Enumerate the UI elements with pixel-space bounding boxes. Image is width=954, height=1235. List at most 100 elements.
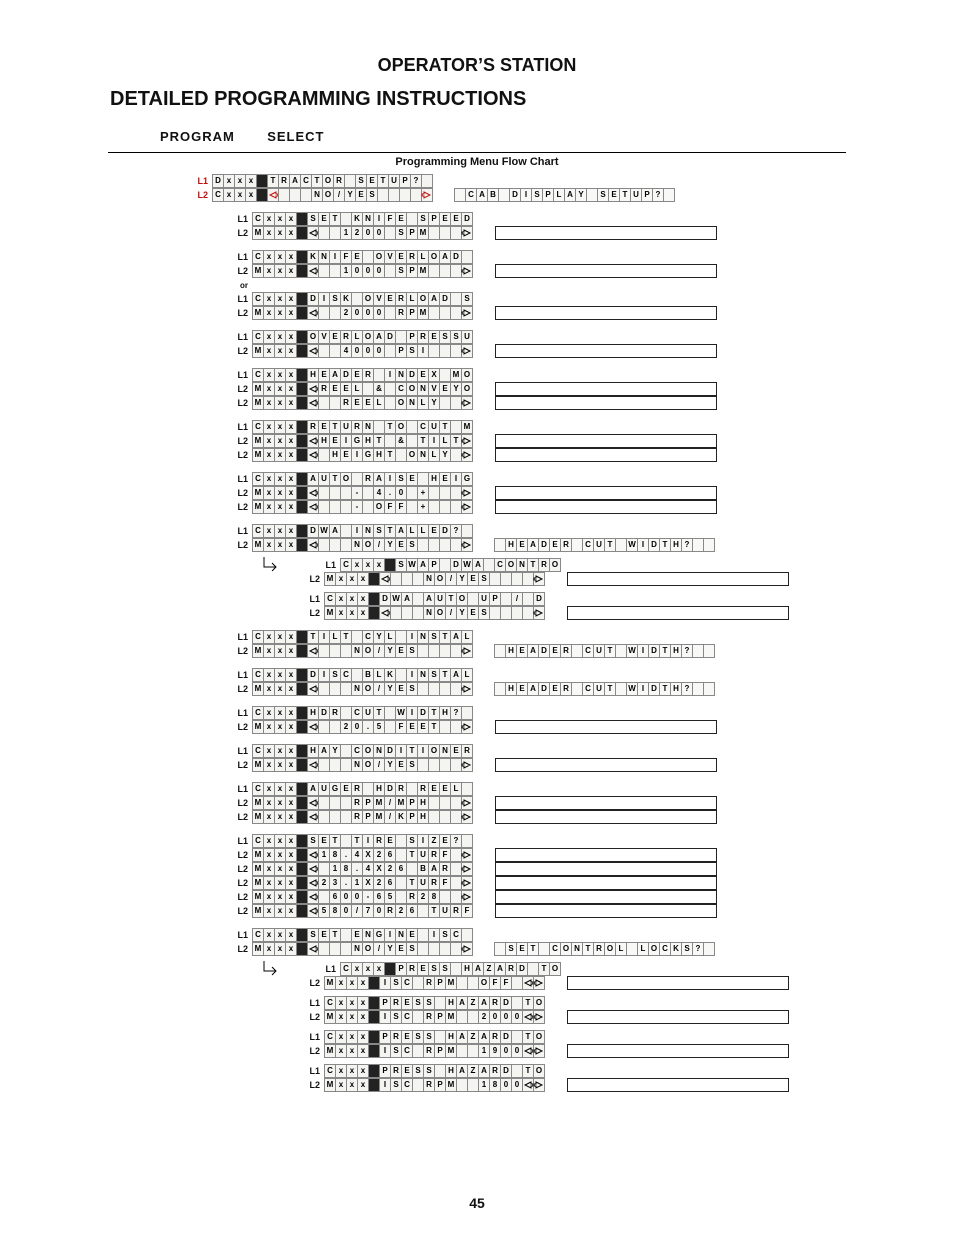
- lcd-line: Mxxx HEIGHT ONLY: [253, 448, 473, 462]
- side-box: HEADER CUT WIDTH?: [495, 538, 715, 552]
- lcd-line: MxxxREEL & CONVEYO: [253, 382, 473, 396]
- row-label: L2: [190, 892, 253, 902]
- flow-row: L2 Mxxx HEIGHT ONLY: [190, 448, 954, 462]
- row-label: L2: [190, 722, 253, 732]
- flow-row: L2 Mxxx 4000 PSI: [190, 344, 954, 358]
- flow-row: L1 CxxxDWA INSTALLED?: [190, 524, 954, 538]
- side-box: HEADER CUT WIDTH?: [495, 682, 715, 696]
- blank-box: [495, 344, 717, 358]
- flow-row: L2 Mxxx NO/YES HEADER CUT WIDTH?: [190, 682, 954, 696]
- row-label: L2: [190, 878, 253, 888]
- lcd-line: MxxxISC RPM 1800: [325, 1078, 545, 1092]
- row-label: L2: [190, 228, 253, 238]
- side-box: SET CONTROL LOCKS?: [495, 942, 715, 956]
- blank-box: [495, 848, 717, 862]
- row-label: L1: [262, 1032, 325, 1042]
- lcd-line: CxxxSET ENGINE ISC: [253, 928, 473, 942]
- side-box: CAB DISPLAY SETUP?: [455, 188, 675, 202]
- row-label: L2: [190, 398, 253, 408]
- subtitle-left: PROGRAM: [160, 129, 235, 144]
- flow-row: L1 CxxxPRESS HAZARD TO: [262, 1030, 954, 1044]
- lcd-line: Mxxx NO/YES: [253, 758, 473, 772]
- row-label: L1: [278, 560, 341, 570]
- flow-row: L2 MxxxISC RPM 1800: [262, 1078, 954, 1092]
- row-label: L2: [190, 488, 253, 498]
- lcd-line: CxxxDISK OVERLOAD S: [253, 292, 473, 306]
- flow-row: L2 Mxxx RPM/MPH: [190, 796, 954, 810]
- flow-row: L2 Mxxx 20.5 FEET: [190, 720, 954, 734]
- lcd-line: CxxxKNIFE OVERLOAD: [253, 250, 473, 264]
- blank-box: [495, 810, 717, 824]
- row-label: L2: [190, 384, 253, 394]
- flow-row: L2 MxxxISC RPM 1900: [262, 1044, 954, 1058]
- lcd-line: CxxxHDR CUT WIDTH?: [253, 706, 473, 720]
- flow-row: L1 CxxxRETURN TO CUT M: [190, 420, 954, 434]
- flow-row: L2 Mxxx18.4X26 TURF: [190, 848, 954, 862]
- lcd-line: Mxxx580/70R26 TURF: [253, 904, 473, 918]
- blank-box: [567, 606, 789, 620]
- divider: [108, 152, 846, 153]
- lcd-line: CxxxPRESS HAZARD TO: [325, 1064, 545, 1078]
- row-label: L2: [262, 978, 325, 988]
- main-title: DETAILED PROGRAMMING INSTRUCTIONS: [110, 88, 954, 111]
- lcd-line: Mxxx 1000 SPM: [253, 264, 473, 278]
- blank-box: [495, 876, 717, 890]
- lcd-line: Mxxx 2000 RPM: [253, 306, 473, 320]
- lcd-line: Mxxx23.1X26 TURF: [253, 876, 473, 890]
- row-label: L2: [190, 646, 253, 656]
- blank-box: [567, 1010, 789, 1024]
- blank-box: [495, 382, 717, 396]
- lcd-line: MxxxISC RPM 1900: [325, 1044, 545, 1058]
- row-label: L1: [190, 526, 253, 536]
- lcd-line: CxxxSET KNIFE SPEED: [253, 212, 473, 226]
- flow-row: L2 Mxxx NO/YES: [190, 758, 954, 772]
- flow-row: L1 CxxxHAY CONDITIONER: [190, 744, 954, 758]
- row-label: L2: [150, 190, 213, 200]
- lcd-line: Mxxx 18.4X26 BAR: [253, 862, 473, 876]
- lcd-line: CxxxDISC BLK INSTAL: [253, 668, 473, 682]
- flow-row: L1 CxxxPRESS HAZARD TO: [262, 996, 954, 1010]
- row-label: L1: [190, 784, 253, 794]
- row-label: L2: [190, 812, 253, 822]
- flow-row: L1 CxxxAUTO RAISE HEIG: [190, 472, 954, 486]
- flow-row: L1 CxxxSWAP DWA CONTRO: [262, 558, 954, 572]
- row-label: L2: [262, 608, 325, 618]
- row-label: L1: [150, 176, 213, 186]
- row-label: L2: [190, 906, 253, 916]
- lcd-line: Mxxx 1200 SPM: [253, 226, 473, 240]
- row-label: L1: [190, 670, 253, 680]
- subtitle-right: SELECT: [267, 129, 324, 144]
- row-label: L2: [190, 436, 253, 446]
- row-label: L1: [190, 930, 253, 940]
- row-label: or: [190, 281, 253, 290]
- lcd-line: Mxxx NO/YES: [253, 682, 473, 696]
- section-title: OPERATOR’S STATION: [0, 55, 954, 76]
- row-label: L1: [190, 746, 253, 756]
- flow-row: L2 MxxxHEIGHT & TILT: [190, 434, 954, 448]
- flow-row: L1 CxxxDISK OVERLOAD S: [190, 292, 954, 306]
- flow-row: L2 Mxxx NO/YES SET CONTROL LOCKS?: [190, 942, 954, 956]
- flow-row: L2 Mxxx 18.4X26 BAR: [190, 862, 954, 876]
- flow-chart: L1 DxxxTRACTOR SETUP? L2 Cxxx NO/YES CAB…: [150, 174, 954, 1102]
- flow-row: L1 CxxxPRESS HAZARD TO: [262, 1064, 954, 1078]
- blank-box: [495, 306, 717, 320]
- row-label: L1: [190, 422, 253, 432]
- flow-row: L1 CxxxSET KNIFE SPEED: [190, 212, 954, 226]
- row-label: L2: [262, 1046, 325, 1056]
- lcd-line: CxxxDWA INSTALLED?: [253, 524, 473, 538]
- blank-box: [495, 434, 717, 448]
- subtitle: PROGRAM SELECT: [160, 129, 954, 144]
- flow-row: L2 MxxxREEL & CONVEYO: [190, 382, 954, 396]
- flow-row: L2 Mxxx580/70R26 TURF: [190, 904, 954, 918]
- row-label: L1: [190, 294, 253, 304]
- flow-row: L1 CxxxSET ENGINE ISC: [190, 928, 954, 942]
- blank-box: [495, 500, 717, 514]
- row-label: L2: [190, 760, 253, 770]
- flow-row: L2 Mxxx 600-65 R28: [190, 890, 954, 904]
- lcd-line: Mxxx RPM/KPH: [253, 810, 473, 824]
- blank-box: [567, 1078, 789, 1092]
- lcd-line: MxxxISC RPM OFF: [325, 976, 545, 990]
- lcd-line: CxxxDWA AUTO UP / D: [325, 592, 545, 606]
- lcd-line: MxxxHEIGHT & TILT: [253, 434, 473, 448]
- flow-row: L1 CxxxHDR CUT WIDTH?: [190, 706, 954, 720]
